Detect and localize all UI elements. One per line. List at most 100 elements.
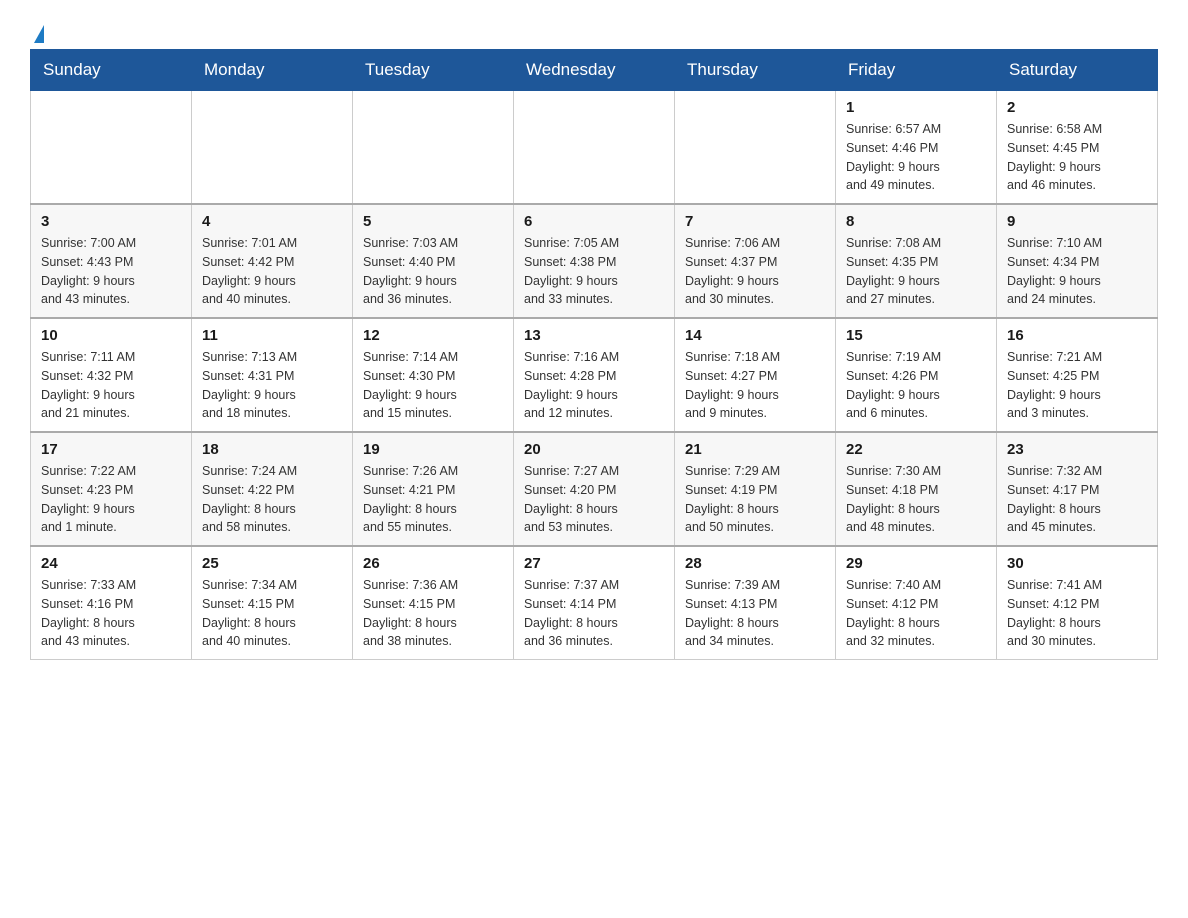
- day-info: Sunrise: 7:16 AM Sunset: 4:28 PM Dayligh…: [524, 348, 664, 423]
- calendar-day: 11 Sunrise: 7:13 AM Sunset: 4:31 PM Dayli…: [192, 318, 353, 432]
- calendar-day: [675, 91, 836, 205]
- calendar-day: 2 Sunrise: 6:58 AM Sunset: 4:45 PM Daylig…: [997, 91, 1158, 205]
- calendar-day: 4 Sunrise: 7:01 AM Sunset: 4:42 PM Daylig…: [192, 204, 353, 318]
- day-info: Sunrise: 7:13 AM Sunset: 4:31 PM Dayligh…: [202, 348, 342, 423]
- calendar-day: 15 Sunrise: 7:19 AM Sunset: 4:26 PM Dayli…: [836, 318, 997, 432]
- calendar-week-1: 1Sunrise: 6:57 AM Sunset: 4:46 PM Daylig…: [31, 91, 1158, 205]
- page-header: [30, 20, 1158, 39]
- day-info: Sunrise: 7:37 AM Sunset: 4:14 PM Dayligh…: [524, 576, 664, 651]
- day-info: Sunrise: 7:33 AM Sunset: 4:16 PM Dayligh…: [41, 576, 181, 651]
- day-info: Sunrise: 7:22 AM Sunset: 4:23 PM Dayligh…: [41, 462, 181, 537]
- weekday-header-saturday: Saturday: [997, 50, 1158, 91]
- day-info: Sunrise: 7:14 AM Sunset: 4:30 PM Dayligh…: [363, 348, 503, 423]
- day-info: Sunrise: 7:03 AM Sunset: 4:40 PM Dayligh…: [363, 234, 503, 309]
- day-number: 18: [202, 441, 342, 458]
- calendar-day: 8 Sunrise: 7:08 AM Sunset: 4:35 PM Daylig…: [836, 204, 997, 318]
- calendar-day: [192, 91, 353, 205]
- day-number: 2: [1007, 99, 1147, 116]
- day-info: Sunrise: 7:41 AM Sunset: 4:12 PM Dayligh…: [1007, 576, 1147, 651]
- calendar-week-2: 3 Sunrise: 7:00 AM Sunset: 4:43 PM Daylig…: [31, 204, 1158, 318]
- day-info: Sunrise: 7:06 AM Sunset: 4:37 PM Dayligh…: [685, 234, 825, 309]
- day-number: 9: [1007, 213, 1147, 230]
- day-number: 8: [846, 213, 986, 230]
- day-number: 17: [41, 441, 181, 458]
- day-number: 30: [1007, 555, 1147, 572]
- day-number: 4: [202, 213, 342, 230]
- calendar-day: 21 Sunrise: 7:29 AM Sunset: 4:19 PM Dayli…: [675, 432, 836, 546]
- day-info: Sunrise: 7:29 AM Sunset: 4:19 PM Dayligh…: [685, 462, 825, 537]
- calendar-day: 18 Sunrise: 7:24 AM Sunset: 4:22 PM Dayli…: [192, 432, 353, 546]
- day-number: 21: [685, 441, 825, 458]
- day-number: 3: [41, 213, 181, 230]
- calendar-day: 19Sunrise: 7:26 AM Sunset: 4:21 PM Dayli…: [353, 432, 514, 546]
- day-number: 15: [846, 327, 986, 344]
- day-number: 7: [685, 213, 825, 230]
- day-number: 5: [363, 213, 503, 230]
- weekday-header-monday: Monday: [192, 50, 353, 91]
- calendar-day: [514, 91, 675, 205]
- calendar-day: 6 Sunrise: 7:05 AM Sunset: 4:38 PM Daylig…: [514, 204, 675, 318]
- day-info: Sunrise: 7:08 AM Sunset: 4:35 PM Dayligh…: [846, 234, 986, 309]
- calendar-day: 3 Sunrise: 7:00 AM Sunset: 4:43 PM Daylig…: [31, 204, 192, 318]
- day-info: Sunrise: 7:24 AM Sunset: 4:22 PM Dayligh…: [202, 462, 342, 537]
- day-number: 29: [846, 555, 986, 572]
- day-number: 11: [202, 327, 342, 344]
- day-number: 14: [685, 327, 825, 344]
- logo-triangle-icon: [34, 25, 44, 43]
- day-info: Sunrise: 7:26 AM Sunset: 4:21 PM Dayligh…: [363, 462, 503, 537]
- day-info: Sunrise: 7:18 AM Sunset: 4:27 PM Dayligh…: [685, 348, 825, 423]
- calendar-week-4: 17 Sunrise: 7:22 AM Sunset: 4:23 PM Dayli…: [31, 432, 1158, 546]
- day-info: Sunrise: 7:19 AM Sunset: 4:26 PM Dayligh…: [846, 348, 986, 423]
- calendar-table: SundayMondayTuesdayWednesdayThursdayFrid…: [30, 49, 1158, 660]
- day-info: Sunrise: 7:01 AM Sunset: 4:42 PM Dayligh…: [202, 234, 342, 309]
- day-number: 22: [846, 441, 986, 458]
- calendar-day: 10 Sunrise: 7:11 AM Sunset: 4:32 PM Dayli…: [31, 318, 192, 432]
- calendar-day: 23Sunrise: 7:32 AM Sunset: 4:17 PM Dayli…: [997, 432, 1158, 546]
- calendar-day: 28Sunrise: 7:39 AM Sunset: 4:13 PM Dayli…: [675, 546, 836, 660]
- calendar-day: 7 Sunrise: 7:06 AM Sunset: 4:37 PM Daylig…: [675, 204, 836, 318]
- calendar-day: 24 Sunrise: 7:33 AM Sunset: 4:16 PM Dayli…: [31, 546, 192, 660]
- calendar-week-3: 10 Sunrise: 7:11 AM Sunset: 4:32 PM Dayli…: [31, 318, 1158, 432]
- calendar-day: [31, 91, 192, 205]
- day-number: 6: [524, 213, 664, 230]
- weekday-header-thursday: Thursday: [675, 50, 836, 91]
- calendar-day: 1Sunrise: 6:57 AM Sunset: 4:46 PM Daylig…: [836, 91, 997, 205]
- day-info: Sunrise: 7:00 AM Sunset: 4:43 PM Dayligh…: [41, 234, 181, 309]
- day-info: Sunrise: 7:21 AM Sunset: 4:25 PM Dayligh…: [1007, 348, 1147, 423]
- day-number: 20: [524, 441, 664, 458]
- day-number: 24: [41, 555, 181, 572]
- calendar-day: 20 Sunrise: 7:27 AM Sunset: 4:20 PM Dayli…: [514, 432, 675, 546]
- day-info: Sunrise: 7:05 AM Sunset: 4:38 PM Dayligh…: [524, 234, 664, 309]
- calendar-day: 5 Sunrise: 7:03 AM Sunset: 4:40 PM Daylig…: [353, 204, 514, 318]
- day-number: 26: [363, 555, 503, 572]
- day-info: Sunrise: 7:36 AM Sunset: 4:15 PM Dayligh…: [363, 576, 503, 651]
- day-info: Sunrise: 7:11 AM Sunset: 4:32 PM Dayligh…: [41, 348, 181, 423]
- calendar-day: 22 Sunrise: 7:30 AM Sunset: 4:18 PM Dayli…: [836, 432, 997, 546]
- calendar-day: 13 Sunrise: 7:16 AM Sunset: 4:28 PM Dayli…: [514, 318, 675, 432]
- calendar-day: 14 Sunrise: 7:18 AM Sunset: 4:27 PM Dayli…: [675, 318, 836, 432]
- logo-text: [30, 25, 44, 43]
- day-info: Sunrise: 7:39 AM Sunset: 4:13 PM Dayligh…: [685, 576, 825, 651]
- calendar-day: 17 Sunrise: 7:22 AM Sunset: 4:23 PM Dayli…: [31, 432, 192, 546]
- day-number: 10: [41, 327, 181, 344]
- day-number: 16: [1007, 327, 1147, 344]
- calendar-day: 25Sunrise: 7:34 AM Sunset: 4:15 PM Dayli…: [192, 546, 353, 660]
- day-info: Sunrise: 7:34 AM Sunset: 4:15 PM Dayligh…: [202, 576, 342, 651]
- day-number: 13: [524, 327, 664, 344]
- calendar-day: 30 Sunrise: 7:41 AM Sunset: 4:12 PM Dayli…: [997, 546, 1158, 660]
- day-info: Sunrise: 6:57 AM Sunset: 4:46 PM Dayligh…: [846, 120, 986, 195]
- calendar-day: 12 Sunrise: 7:14 AM Sunset: 4:30 PM Dayli…: [353, 318, 514, 432]
- day-info: Sunrise: 7:27 AM Sunset: 4:20 PM Dayligh…: [524, 462, 664, 537]
- calendar-week-5: 24 Sunrise: 7:33 AM Sunset: 4:16 PM Dayli…: [31, 546, 1158, 660]
- day-number: 27: [524, 555, 664, 572]
- calendar-day: 16 Sunrise: 7:21 AM Sunset: 4:25 PM Dayli…: [997, 318, 1158, 432]
- weekday-header-tuesday: Tuesday: [353, 50, 514, 91]
- day-info: Sunrise: 7:30 AM Sunset: 4:18 PM Dayligh…: [846, 462, 986, 537]
- day-number: 12: [363, 327, 503, 344]
- day-info: Sunrise: 6:58 AM Sunset: 4:45 PM Dayligh…: [1007, 120, 1147, 195]
- calendar-day: 9 Sunrise: 7:10 AM Sunset: 4:34 PM Daylig…: [997, 204, 1158, 318]
- weekday-header-friday: Friday: [836, 50, 997, 91]
- day-info: Sunrise: 7:10 AM Sunset: 4:34 PM Dayligh…: [1007, 234, 1147, 309]
- calendar-day: [353, 91, 514, 205]
- calendar-day: 27 Sunrise: 7:37 AM Sunset: 4:14 PM Dayli…: [514, 546, 675, 660]
